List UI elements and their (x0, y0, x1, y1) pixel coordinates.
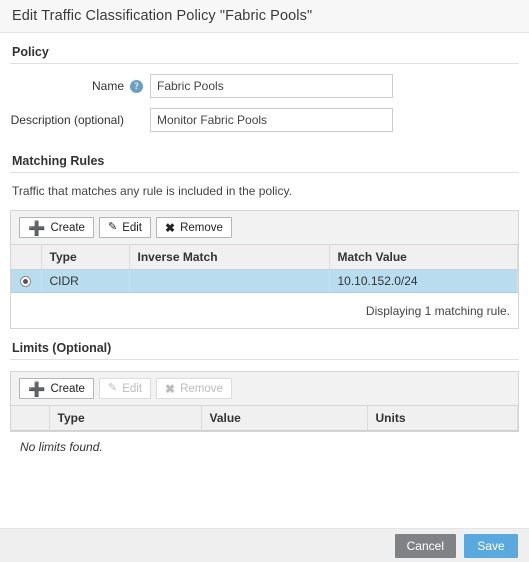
dialog-body: Policy Name ? Description (optional) Mat… (0, 33, 529, 462)
row-radio-button[interactable] (20, 276, 32, 288)
policy-form: Name ? Description (optional) (10, 64, 519, 132)
limits-table: Type Value Units (11, 406, 518, 431)
limits-toolbar: ➕ Create ✎ Edit ✖ Remove (11, 372, 518, 406)
column-header-match-value: Match Value (329, 245, 518, 270)
matching-rules-count-text: Displaying 1 matching rule. (11, 293, 518, 328)
section-heading-matching-rules: Matching Rules (10, 142, 519, 173)
column-header-units: Units (367, 406, 518, 431)
x-icon: ✖ (165, 220, 176, 235)
column-header-type: Type (49, 406, 202, 431)
limits-remove-label: Remove (180, 382, 223, 395)
table-header-row: Type Inverse Match Match Value (11, 245, 518, 270)
plus-icon: ➕ (28, 219, 46, 236)
limits-remove-button: ✖ Remove (156, 378, 232, 399)
page-title: Edit Traffic Classification Policy "Fabr… (12, 8, 313, 24)
pencil-icon: ✎ (107, 221, 118, 233)
description-input[interactable] (150, 108, 393, 132)
matching-rules-edit-label: Edit (122, 221, 143, 234)
plus-icon: ➕ (28, 380, 46, 397)
section-heading-policy: Policy (10, 33, 519, 64)
dialog-header: Edit Traffic Classification Policy "Fabr… (0, 0, 529, 33)
cell-type: CIDR (41, 269, 130, 293)
matching-rules-remove-button[interactable]: ✖ Remove (156, 217, 232, 238)
cell-match-value: 10.10.152.0/24 (329, 269, 518, 293)
limits-spacer (10, 360, 519, 371)
row-select-cell[interactable] (11, 269, 42, 293)
limits-create-label: Create (50, 382, 85, 395)
matching-rules-toolbar: ➕ Create ✎ Edit ✖ Remove (11, 211, 518, 245)
cell-inverse-match (129, 269, 330, 293)
pencil-icon: ✎ (107, 382, 118, 394)
matching-rules-remove-label: Remove (180, 221, 223, 234)
limits-edit-button: ✎ Edit (98, 378, 152, 399)
name-label: Name (91, 79, 124, 93)
description-label: Description (optional) (10, 113, 124, 127)
matching-rules-table: Type Inverse Match Match Value CIDR 10.1… (11, 245, 518, 293)
cancel-button[interactable]: Cancel (394, 533, 456, 558)
column-header-inverse-match: Inverse Match (129, 245, 330, 270)
matching-rules-table-widget: ➕ Create ✎ Edit ✖ Remove Type Inverse Ma… (10, 210, 519, 329)
form-row-name: Name ? (10, 74, 519, 98)
name-input[interactable] (150, 74, 393, 98)
matching-rules-create-button[interactable]: ➕ Create (19, 217, 94, 238)
limits-create-button[interactable]: ➕ Create (19, 378, 94, 399)
column-header-value: Value (201, 406, 368, 431)
matching-rules-hint: Traffic that matches any rule is include… (12, 184, 292, 198)
section-heading-limits: Limits (Optional) (10, 329, 519, 360)
x-icon: ✖ (165, 381, 176, 396)
table-header-row: Type Value Units (11, 406, 518, 431)
dialog-footer: Cancel Save (0, 528, 529, 562)
table-row[interactable]: CIDR 10.10.152.0/24 (11, 269, 518, 293)
question-mark-icon[interactable]: ? (130, 79, 143, 93)
limits-edit-label: Edit (122, 382, 143, 395)
save-button[interactable]: Save (464, 533, 518, 558)
column-header-select (11, 245, 42, 270)
limits-empty-message: No limits found. (10, 432, 519, 462)
column-header-select (11, 406, 50, 431)
form-row-description: Description (optional) (10, 108, 519, 132)
column-header-type: Type (41, 245, 130, 270)
matching-rules-create-label: Create (50, 221, 85, 234)
matching-rules-edit-button[interactable]: ✎ Edit (98, 217, 152, 238)
limits-table-widget: ➕ Create ✎ Edit ✖ Remove Type Value Unit… (10, 371, 519, 432)
